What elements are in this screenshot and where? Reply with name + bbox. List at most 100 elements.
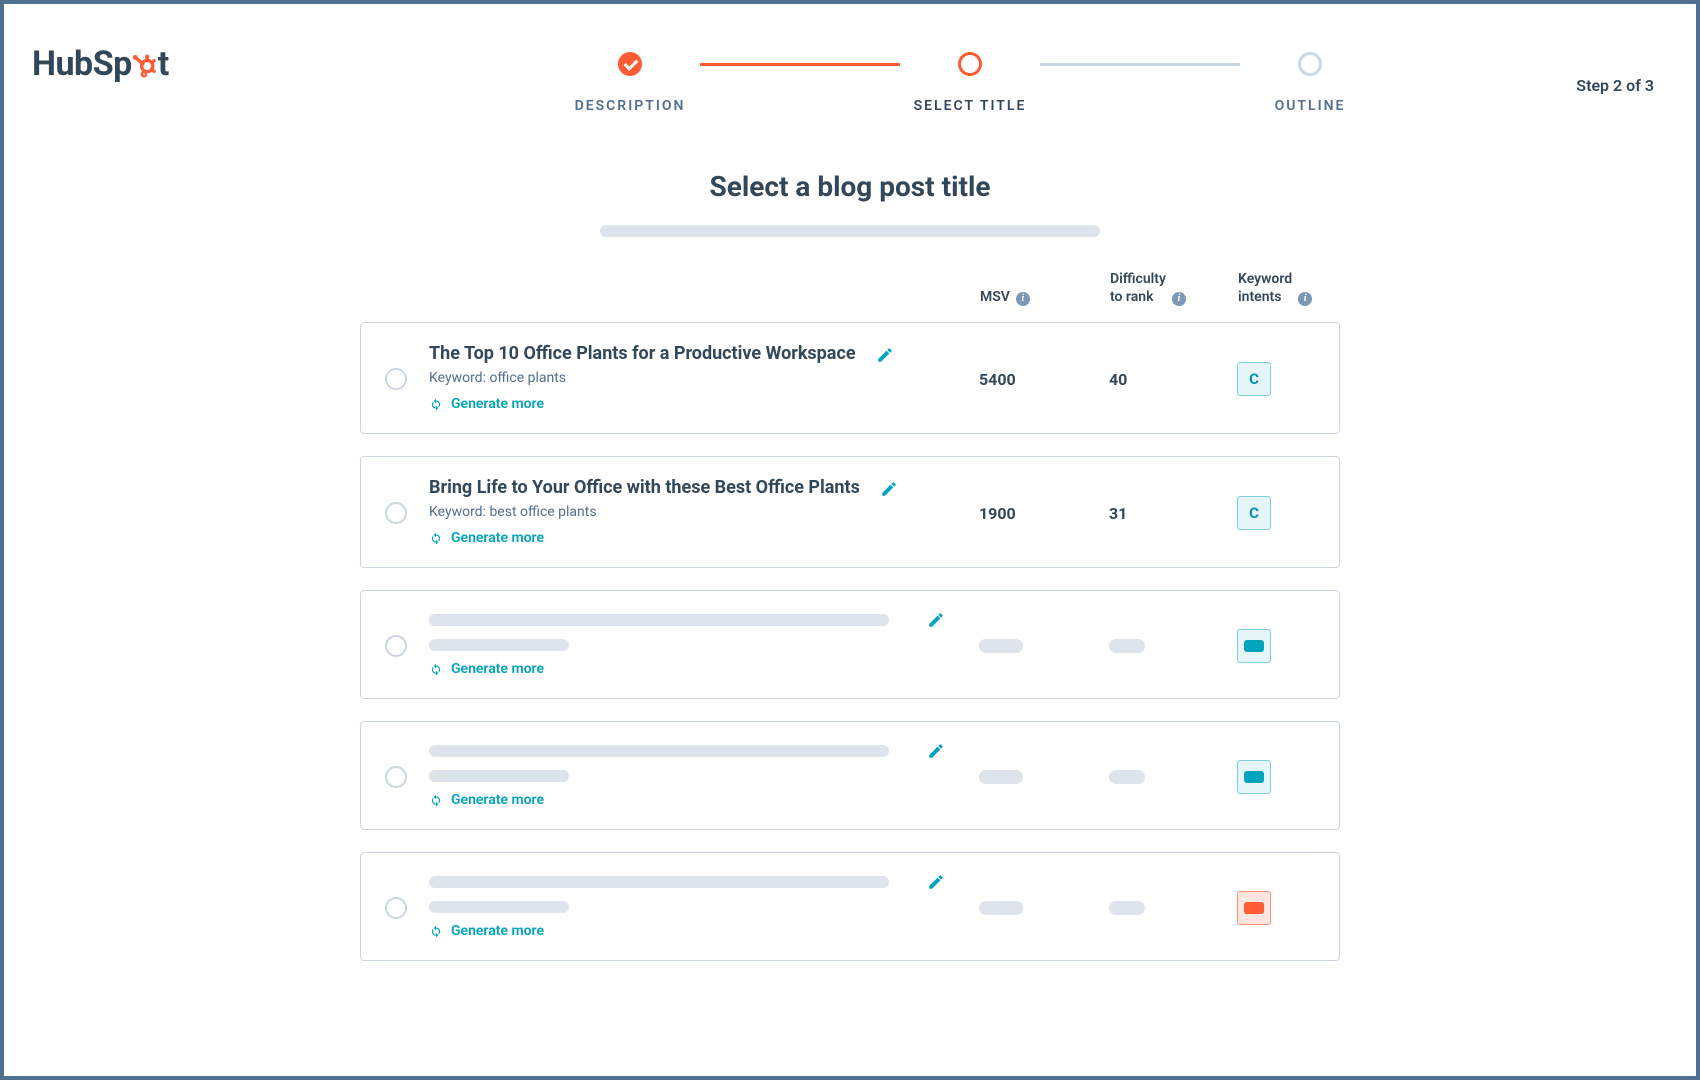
intent-badge (1237, 891, 1271, 925)
keyword-skeleton (429, 770, 569, 782)
difficulty-value: 31 (1109, 504, 1193, 523)
intent-badge (1237, 629, 1271, 663)
step-description[interactable]: DESCRIPTION (560, 52, 700, 114)
refresh-icon (429, 397, 443, 411)
msv-value: 1900 (979, 504, 1065, 523)
header-intent-label-1: Keyword (1238, 271, 1292, 287)
generate-more-button[interactable]: Generate more (429, 923, 544, 939)
title-option-row[interactable]: Generate more (360, 852, 1340, 961)
step-circle-icon (958, 52, 982, 76)
logo-text-t: t (158, 44, 169, 84)
option-metrics (979, 891, 1315, 925)
step-label: OUTLINE (1275, 98, 1346, 114)
generate-more-button[interactable]: Generate more (429, 530, 544, 546)
msv-skeleton (979, 770, 1023, 784)
title-option-row[interactable]: Bring Life to Your Office with these Bes… (360, 456, 1340, 568)
keyword-skeleton (429, 901, 569, 913)
generate-more-label: Generate more (451, 923, 544, 939)
option-metrics (979, 629, 1315, 663)
generate-more-label: Generate more (451, 661, 544, 677)
step-label: DESCRIPTION (575, 98, 686, 114)
radio-input[interactable] (385, 635, 407, 657)
refresh-icon (429, 662, 443, 676)
title-skeleton (429, 614, 889, 626)
option-title: Bring Life to Your Office with these Bes… (429, 477, 860, 498)
option-keyword: Keyword: office plants (429, 370, 957, 386)
intent-chip-icon (1244, 640, 1264, 652)
option-title: The Top 10 Office Plants for a Productiv… (429, 343, 856, 364)
header-diff-label-2: to rank (1110, 289, 1153, 305)
step-label: SELECT TITLE (914, 98, 1027, 114)
radio-input[interactable] (385, 897, 407, 919)
refresh-icon (429, 793, 443, 807)
pencil-icon[interactable] (927, 611, 945, 629)
option-metrics: 1900 31 C (979, 496, 1315, 530)
column-headers: MSV i Difficulty to rank i Keyword inten… (360, 271, 1340, 306)
option-main: The Top 10 Office Plants for a Productiv… (429, 343, 957, 415)
pencil-icon[interactable] (927, 873, 945, 891)
refresh-icon (429, 531, 443, 545)
generate-more-label: Generate more (451, 396, 544, 412)
intent-chip-icon (1244, 771, 1264, 783)
title-skeleton (429, 876, 889, 888)
generate-more-button[interactable]: Generate more (429, 661, 544, 677)
option-main: Generate more (429, 611, 957, 680)
intent-badge: C (1237, 496, 1271, 530)
pencil-icon[interactable] (927, 742, 945, 760)
title-option-row[interactable]: Generate more (360, 590, 1340, 699)
logo-sprocket-icon (132, 44, 158, 84)
pencil-icon[interactable] (876, 346, 894, 364)
title-skeleton (429, 745, 889, 757)
stepper: DESCRIPTION SELECT TITLE OUTLINE (272, 44, 1668, 114)
generate-more-label: Generate more (451, 792, 544, 808)
option-keyword: Keyword: best office plants (429, 504, 957, 520)
info-icon[interactable]: i (1016, 292, 1030, 306)
header-msv: MSV i (980, 271, 1066, 306)
option-main: Generate more (429, 742, 957, 811)
header-msv-label: MSV (980, 289, 1010, 307)
intent-badge: C (1237, 362, 1271, 396)
logo-text-sp: Sp (93, 44, 132, 84)
stepper-connector (1040, 63, 1240, 66)
difficulty-skeleton (1109, 901, 1145, 915)
stepper-connector (700, 63, 900, 66)
step-circle-icon (1298, 52, 1322, 76)
intent-badge (1237, 760, 1271, 794)
step-outline[interactable]: OUTLINE (1240, 52, 1380, 114)
radio-input[interactable] (385, 368, 407, 390)
radio-input[interactable] (385, 766, 407, 788)
title-option-row[interactable]: Generate more (360, 721, 1340, 830)
generate-more-button[interactable]: Generate more (429, 792, 544, 808)
refresh-icon (429, 924, 443, 938)
generate-more-button[interactable]: Generate more (429, 396, 544, 412)
header-difficulty: Difficulty to rank i (1110, 271, 1194, 306)
option-main: Generate more (429, 873, 957, 942)
step-select-title[interactable]: SELECT TITLE (900, 52, 1040, 114)
check-icon (618, 52, 642, 76)
option-metrics (979, 760, 1315, 794)
info-icon[interactable]: i (1298, 292, 1312, 306)
title-options-table: MSV i Difficulty to rank i Keyword inten… (360, 271, 1340, 961)
title-option-row[interactable]: The Top 10 Office Plants for a Productiv… (360, 322, 1340, 434)
intent-chip-icon (1244, 902, 1264, 914)
difficulty-skeleton (1109, 770, 1145, 784)
option-main: Bring Life to Your Office with these Bes… (429, 477, 957, 549)
keyword-skeleton (429, 639, 569, 651)
generate-more-label: Generate more (451, 530, 544, 546)
header-intent-label-2: intents (1238, 289, 1281, 305)
header-intent: Keyword intents i (1238, 271, 1316, 306)
radio-input[interactable] (385, 502, 407, 524)
difficulty-skeleton (1109, 639, 1145, 653)
step-indicator: Step 2 of 3 (1576, 76, 1654, 95)
option-metrics: 5400 40 C (979, 362, 1315, 396)
hubspot-logo: HubSp t (32, 44, 272, 84)
pencil-icon[interactable] (880, 480, 898, 498)
msv-value: 5400 (979, 370, 1065, 389)
msv-skeleton (979, 901, 1023, 915)
info-icon[interactable]: i (1172, 292, 1186, 306)
subtitle-skeleton (600, 225, 1100, 237)
page-title: Select a blog post title (32, 170, 1668, 203)
difficulty-value: 40 (1109, 370, 1193, 389)
top-bar: HubSp t DESCRIPTION (32, 44, 1668, 114)
header-diff-label-1: Difficulty (1110, 271, 1166, 287)
